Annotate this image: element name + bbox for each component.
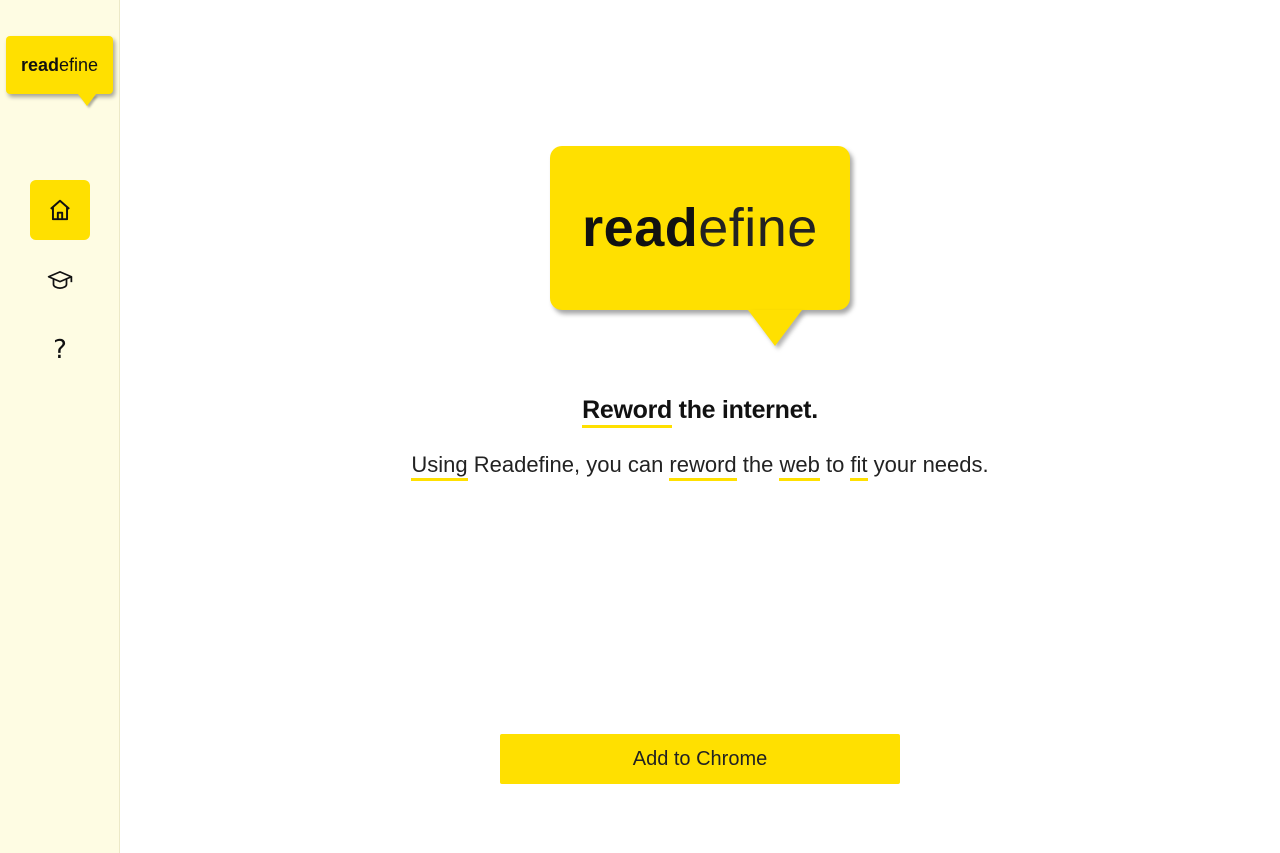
logo-light-text: efine [58, 54, 99, 75]
subline-text-3: to [819, 452, 851, 477]
hero-logo-bold-text: read [582, 198, 699, 258]
logo-bold-text: read [20, 54, 59, 75]
tagline-highlight-word: Reword [582, 396, 672, 428]
subline-text-1: Readefine, you can [467, 452, 670, 477]
subline-text-2: the [736, 452, 780, 477]
hero-logo: read efine [550, 146, 850, 310]
graduation-cap-icon [47, 271, 73, 289]
sidebar-item-learn[interactable] [30, 250, 90, 310]
tagline-rest: the internet. [672, 396, 818, 424]
subline-text-4: your needs. [867, 452, 989, 477]
sidebar-item-help[interactable]: ? [30, 320, 90, 380]
main-content: read efine Reword the internet. Using Rea… [120, 0, 1280, 853]
hero-logo-light-text: efine [698, 198, 818, 258]
hero-subline: Using Readefine, you can reword the web … [120, 452, 1280, 481]
add-to-chrome-button[interactable]: Add to Chrome [500, 734, 900, 784]
help-icon: ? [53, 335, 67, 365]
sidebar-logo[interactable]: read efine [6, 36, 113, 94]
subline-word-using: Using [411, 452, 468, 481]
subline-word-reword: reword [669, 452, 737, 481]
sidebar: read efine ? [0, 0, 120, 853]
subline-word-fit: fit [850, 452, 868, 481]
home-icon [50, 199, 70, 221]
sidebar-item-home[interactable] [30, 180, 90, 240]
hero-tagline: Reword the internet. [120, 396, 1280, 428]
subline-word-web: web [779, 452, 820, 481]
